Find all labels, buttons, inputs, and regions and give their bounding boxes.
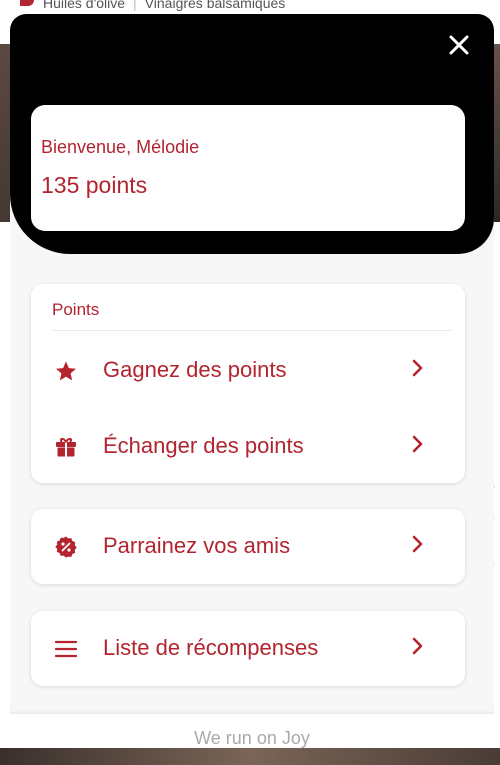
chevron-right-icon bbox=[412, 535, 423, 553]
welcome-card bbox=[31, 105, 465, 231]
redeem-points-item[interactable]: Échanger des points bbox=[31, 418, 465, 474]
chevron-right-icon bbox=[412, 637, 423, 655]
powered-by-link[interactable]: We run on Joy bbox=[10, 728, 494, 748]
chevron-right-icon bbox=[412, 359, 423, 377]
loyalty-panel: Bienvenue, Mélodie 135 points Points Gag… bbox=[10, 14, 494, 748]
rewards-list-item[interactable]: Liste de récompenses bbox=[31, 620, 465, 676]
close-button[interactable] bbox=[446, 32, 472, 58]
referral-card[interactable]: Parrainez vos amis bbox=[31, 509, 465, 584]
welcome-message: Bienvenue, Mélodie bbox=[41, 137, 200, 157]
background-nav: Huiles d'olive | Vinaigres balsamiques bbox=[43, 0, 285, 11]
panel-footer: We run on Joy bbox=[10, 714, 494, 748]
redeem-points-label: Échanger des points bbox=[103, 433, 304, 458]
points-card: Points Gagnez des points Échanger des po… bbox=[31, 284, 465, 483]
nav-item-balsamic-vinegars[interactable]: Vinaigres balsamiques bbox=[145, 0, 286, 11]
referral-label: Parrainez vos amis bbox=[103, 533, 291, 558]
points-balance: 135 points bbox=[41, 172, 148, 198]
nav-item-olive-oils[interactable]: Huiles d'olive bbox=[43, 0, 125, 11]
background-bottom-image bbox=[0, 748, 500, 765]
background-topbar: Huiles d'olive | Vinaigres balsamiques bbox=[0, 0, 500, 14]
referral-item[interactable]: Parrainez vos amis bbox=[31, 518, 465, 574]
gift-icon bbox=[56, 438, 76, 457]
rewards-list-card[interactable]: Liste de récompenses bbox=[31, 611, 465, 686]
section-title-points: Points bbox=[52, 300, 100, 319]
brand-logo bbox=[20, 0, 34, 6]
chevron-right-icon bbox=[412, 435, 423, 453]
nav-separator: | bbox=[133, 0, 137, 11]
earn-points-label: Gagnez des points bbox=[103, 357, 287, 382]
close-icon bbox=[449, 35, 469, 55]
rewards-list-label: Liste de récompenses bbox=[103, 635, 319, 660]
earn-points-item[interactable]: Gagnez des points bbox=[31, 342, 465, 398]
discount-badge-icon bbox=[55, 536, 77, 558]
divider bbox=[52, 330, 452, 331]
star-icon bbox=[56, 361, 76, 381]
menu-icon bbox=[54, 640, 78, 658]
